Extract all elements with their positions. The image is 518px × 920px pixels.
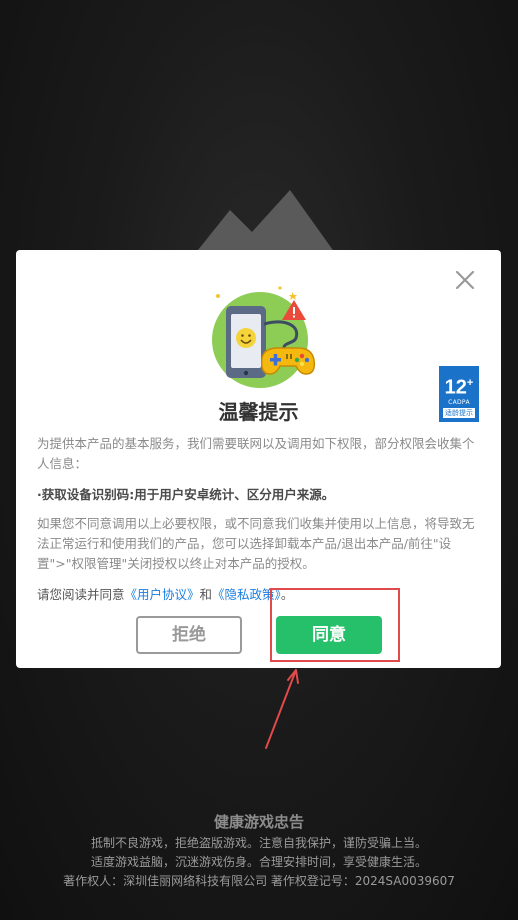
health-advisory-footer: 健康游戏忠告 抵制不良游戏，拒绝盗版游戏。注意自我保护，谨防受骗上当。 适度游戏… xyxy=(0,810,518,891)
consent-prefix: 请您阅读并同意 xyxy=(37,587,125,602)
dialog-title: 温馨提示 xyxy=(218,400,299,424)
phone-gamepad-icon xyxy=(212,286,316,388)
intro-paragraph: 为提供本产品的基本服务，我们需要联网以及调用如下权限，部分权限会收集个人信息： xyxy=(37,436,475,471)
footer-copyright: 著作权人：深圳佳丽网络科技有限公司 著作权登记号：2024SA0039607 xyxy=(63,874,455,888)
screen: 12+ CADPA 适龄提示 温馨提示 为提供本产品的基本服务，我们需要联网以及… xyxy=(0,0,518,920)
consent-and: 和 xyxy=(199,587,213,602)
footer-title: 健康游戏忠告 xyxy=(213,813,304,831)
footer-line-2: 适度游戏益脑，沉迷游戏伤身。合理安排时间，享受健康生活。 xyxy=(90,855,427,869)
privacy-policy-link[interactable]: 《隐私政策》 xyxy=(212,587,281,602)
device-id-permission: ·获取设备识别码:用于用户安卓统计、区分用户来源。 xyxy=(37,487,335,502)
agree-button[interactable]: 同意 xyxy=(276,616,382,654)
close-icon[interactable] xyxy=(453,268,477,292)
reject-button[interactable]: 拒绝 xyxy=(136,616,242,654)
age-rating-number: 12+ xyxy=(444,376,474,399)
refusal-paragraph: 如果您不同意调用以上必要权限，或不同意我们收集并使用以上信息，将导致无法正常运行… xyxy=(37,516,475,571)
user-agreement-link[interactable]: 《用户协议》 xyxy=(125,587,200,602)
permission-dialog: 12+ CADPA 适龄提示 温馨提示 为提供本产品的基本服务，我们需要联网以及… xyxy=(16,250,501,668)
consent-line: 请您阅读并同意《用户协议》和《隐私政策》。 xyxy=(37,585,479,605)
pointer-arrow-icon xyxy=(265,669,299,749)
consent-suffix: 。 xyxy=(280,587,294,602)
footer-line-1: 抵制不良游戏，拒绝盗版游戏。注意自我保护，谨防受骗上当。 xyxy=(90,836,427,850)
